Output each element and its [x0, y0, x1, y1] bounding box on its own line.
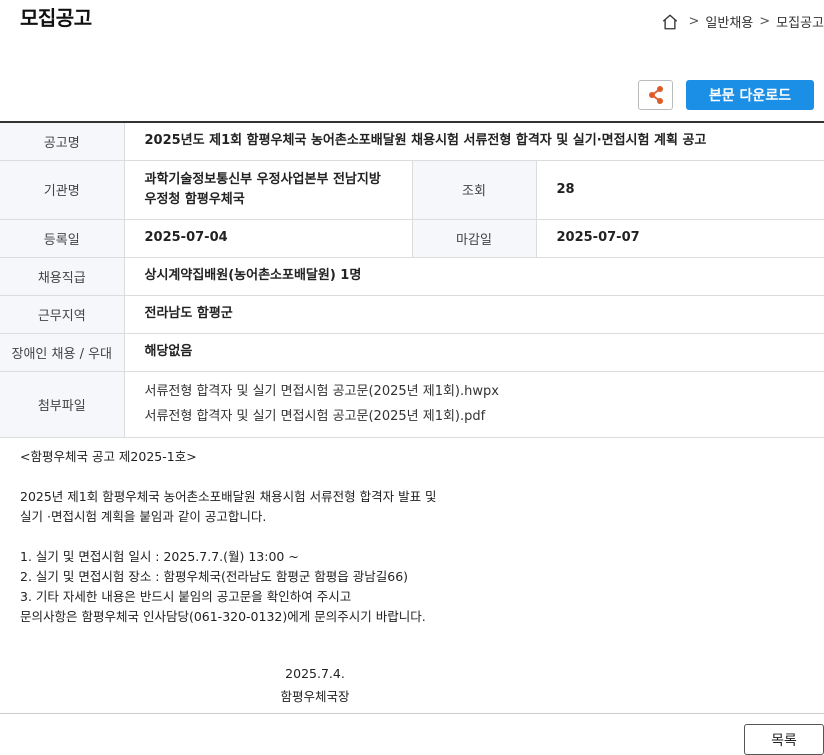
region-value: 전라남도 함평군	[124, 295, 824, 334]
notice-info-table: 공고명 2025년도 제1회 함평우체국 농어촌소포배달원 채용시험 서류전형 …	[0, 121, 824, 438]
attachment-pdf-link[interactable]: 서류전형 합격자 및 실기 면접시험 공고문(2025년 제1회).pdf	[145, 404, 824, 429]
table-row: 기관명 과학기술정보통신부 우정사업본부 전남지방 우정청 함평우체국 조회 2…	[0, 160, 824, 220]
breadcrumb: > 일반채용 > 모집공고	[661, 12, 824, 31]
attachments-value: 서류전형 합격자 및 실기 면접시험 공고문(2025년 제1회).hwpx 서…	[124, 371, 824, 438]
title-value: 2025년도 제1회 함평우체국 농어촌소포배달원 채용시험 서류전형 합격자 …	[124, 122, 824, 161]
download-body-button[interactable]: 본문 다운로드	[686, 80, 814, 110]
body-line	[20, 527, 810, 547]
share-icon	[648, 86, 663, 104]
body-line: <함평우체국 공고 제2025-1호>	[20, 449, 197, 464]
list-button[interactable]: 목록	[744, 724, 824, 755]
registered-label: 등록일	[0, 219, 125, 258]
views-label: 조회	[411, 160, 537, 220]
disabled-label: 장애인 채용 / 우대	[0, 333, 125, 372]
breadcrumb-separator: >	[759, 14, 771, 29]
agency-label: 기관명	[0, 160, 125, 220]
body-line: 실기 ·면접시험 계획을 붙임과 같이 공고합니다.	[20, 509, 267, 524]
table-row: 등록일 2025-07-04 마감일 2025-07-07	[0, 219, 824, 258]
home-icon[interactable]	[661, 13, 679, 31]
divider	[0, 713, 824, 714]
table-row: 채용직급 상시계약집배원(농어촌소포배달원) 1명	[0, 257, 824, 296]
notice-signer: 함평우체국장	[280, 689, 350, 704]
body-line: 1. 실기 및 면접시험 일시 : 2025.7.7.(월) 13:00 ~	[20, 549, 299, 564]
agency-line-2: 우정청 함평우체국	[144, 191, 245, 207]
agency-line-1: 과학기술정보통신부 우정사업본부 전남지방	[144, 171, 381, 187]
breadcrumb-separator: >	[688, 14, 700, 29]
breadcrumb-item-general[interactable]: 일반채용	[705, 12, 753, 31]
views-value: 28	[536, 160, 824, 220]
agency-value: 과학기술정보통신부 우정사업본부 전남지방 우정청 함평우체국	[124, 160, 412, 220]
breadcrumb-item-notice[interactable]: 모집공고	[776, 12, 824, 31]
body-line: 2. 실기 및 면접시험 장소 : 함평우체국(전라남도 함평군 함평읍 광남길…	[20, 569, 409, 584]
disabled-value: 해당없음	[124, 333, 824, 372]
position-label: 채용직급	[0, 257, 125, 296]
table-row: 공고명 2025년도 제1회 함평우체국 농어촌소포배달원 채용시험 서류전형 …	[0, 122, 824, 161]
body-line: 문의사항은 함평우체국 인사담당(061-320-0132)에게 문의주시기 바…	[20, 609, 426, 624]
share-button[interactable]	[638, 80, 673, 110]
registered-value: 2025-07-04	[124, 219, 412, 258]
deadline-label: 마감일	[411, 219, 537, 258]
table-row: 첨부파일 서류전형 합격자 및 실기 면접시험 공고문(2025년 제1회).h…	[0, 371, 824, 438]
deadline-value: 2025-07-07	[536, 219, 824, 258]
notice-date: 2025.7.4.	[285, 666, 345, 681]
table-row: 장애인 채용 / 우대 해당없음	[0, 333, 824, 372]
region-label: 근무지역	[0, 295, 125, 334]
attachments-label: 첨부파일	[0, 371, 125, 438]
body-line	[20, 467, 810, 487]
body-line: 2025년 제1회 함평우체국 농어촌소포배달원 채용시험 서류전형 합격자 발…	[20, 489, 437, 504]
page-title: 모집공고	[20, 6, 92, 30]
notice-body: <함평우체국 공고 제2025-1호> 2025년 제1회 함평우체국 농어촌소…	[20, 447, 810, 627]
attachment-hwpx-link[interactable]: 서류전형 합격자 및 실기 면접시험 공고문(2025년 제1회).hwpx	[145, 379, 824, 404]
position-value: 상시계약집배원(농어촌소포배달원) 1명	[124, 257, 824, 296]
title-label: 공고명	[0, 122, 125, 161]
body-line: 3. 기타 자세한 내용은 반드시 붙임의 공고문을 확인하여 주시고	[20, 589, 352, 604]
table-row: 근무지역 전라남도 함평군	[0, 295, 824, 334]
